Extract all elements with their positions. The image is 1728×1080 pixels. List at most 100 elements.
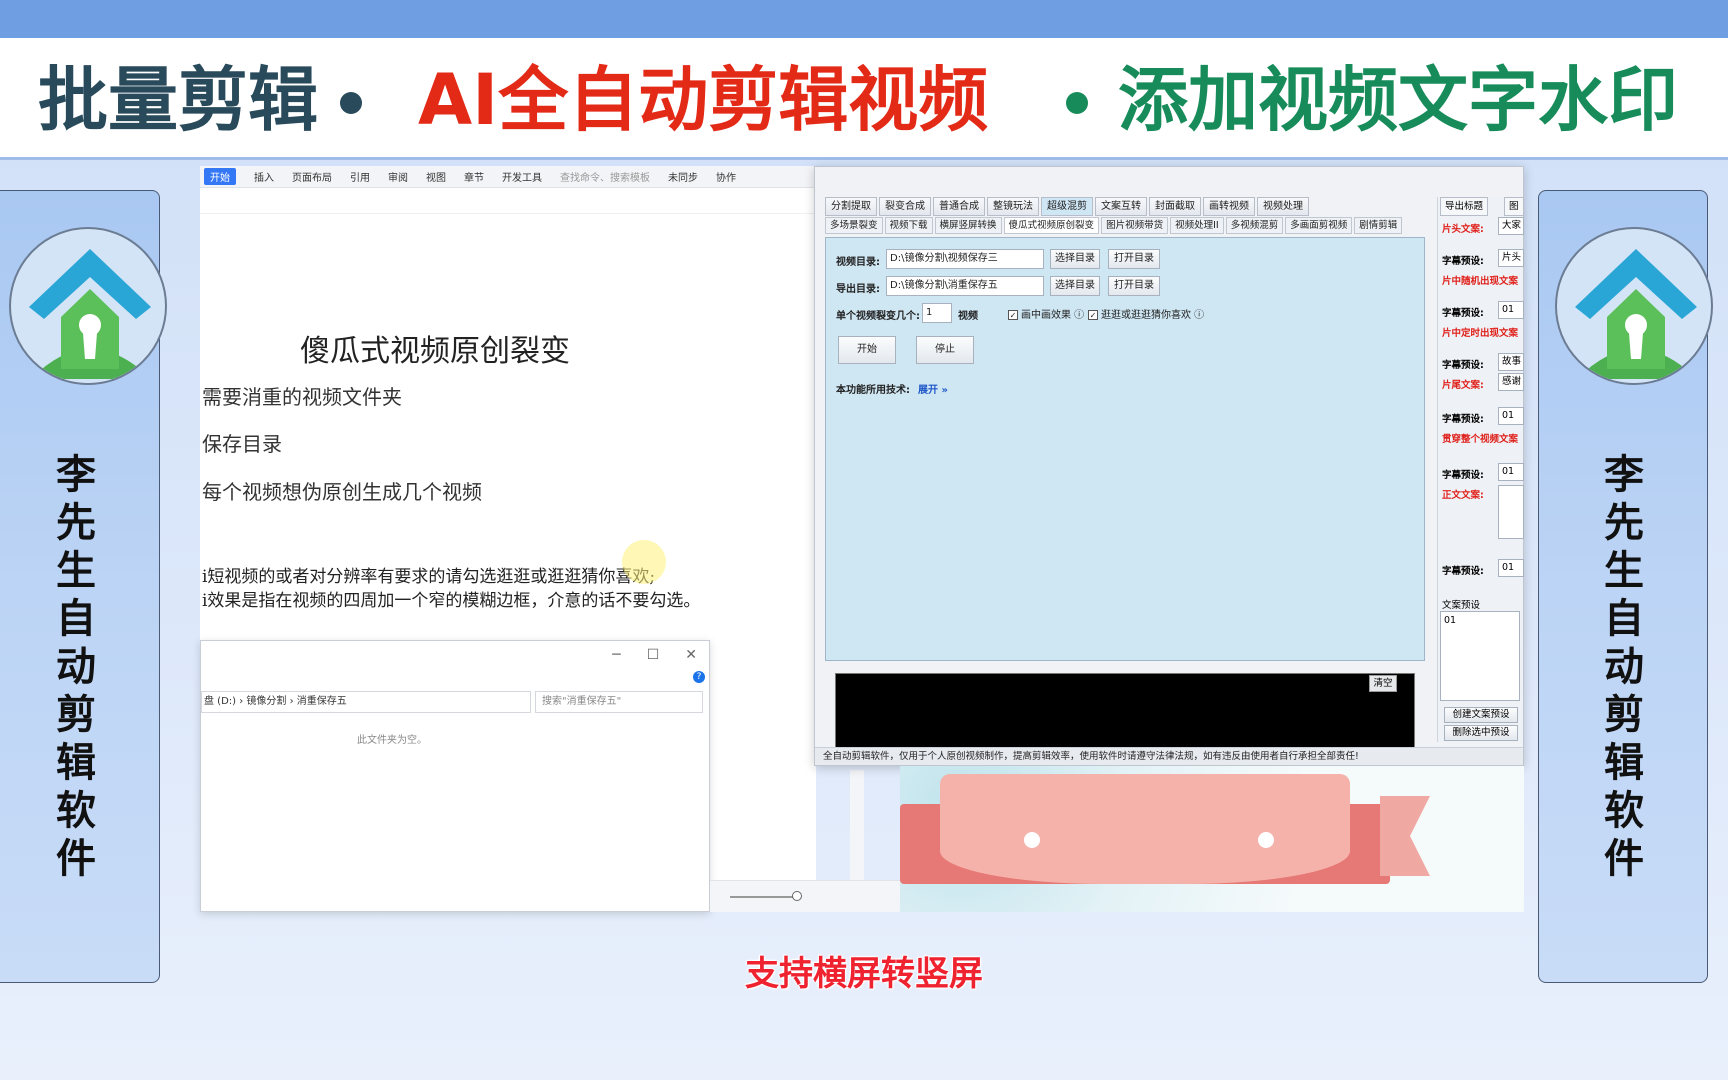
image-tab[interactable]: 图 <box>1504 197 1524 216</box>
tab-text-convert[interactable]: 文案互转 <box>1095 197 1147 216</box>
help-icon[interactable]: ? <box>693 671 705 683</box>
doc-scrollbar[interactable] <box>850 770 864 880</box>
house-logo-icon <box>1555 227 1713 385</box>
banner-left-text: 批量剪辑 <box>38 59 318 141</box>
minimize-icon[interactable]: ─ <box>612 647 620 669</box>
checkbox-icon[interactable]: ✓ <box>1088 310 1098 320</box>
explorer-titlebar: ─ ☐ ✕ <box>201 641 709 675</box>
preset-input-1[interactable]: 片头 <box>1498 249 1524 267</box>
explorer-empty-text: 此文件夹为空。 <box>357 735 427 746</box>
guangguang-checkbox-label: 逛逛或逛逛猜你喜欢 <box>1101 310 1191 321</box>
ribbon-tail-shape <box>1380 796 1430 876</box>
timed-text-label: 片中定时出现文案 <box>1442 328 1519 339</box>
ribbon-tab-review[interactable]: 审阅 <box>388 169 408 184</box>
export-dir-input[interactable]: D:\镜像分割\消重保存五 <box>886 276 1044 296</box>
video-select-dir-button[interactable]: 选择目录 <box>1050 249 1100 269</box>
video-open-dir-button[interactable]: 打开目录 <box>1108 249 1160 269</box>
subtab-plot-edit[interactable]: 剧情剪辑 <box>1354 217 1403 234</box>
explorer-search-input[interactable]: 搜索"消重保存五" <box>535 691 703 713</box>
ribbon-tab-layout[interactable]: 页面布局 <box>292 169 332 184</box>
preset-label-3: 字幕预设: <box>1442 360 1484 371</box>
delete-preset-button[interactable]: 删除选中预设 <box>1444 725 1518 741</box>
left-side-panel: 李先生自动剪辑软件 <box>0 190 167 983</box>
export-title-tab[interactable]: 导出标题 <box>1440 197 1489 216</box>
expand-link[interactable]: 展开 » <box>918 381 948 396</box>
clear-log-button[interactable]: 清空 <box>1369 675 1397 692</box>
preset-label-5: 字幕预设: <box>1442 470 1484 481</box>
preset-list[interactable]: 01 <box>1440 611 1520 701</box>
video-dir-input[interactable]: D:\镜像分割\视频保存三 <box>886 249 1044 269</box>
zoom-slider-track[interactable] <box>730 896 800 898</box>
right-side-panel: 李先生自动剪辑软件 <box>1538 190 1713 983</box>
title-banner: 批量剪辑 AI全自动剪辑视频 添加视频文字水印 <box>0 38 1728 160</box>
start-button[interactable]: 开始 <box>838 336 896 364</box>
video-caption: 支持横屏转竖屏 <box>745 954 983 994</box>
preset-input-6[interactable]: 01 <box>1498 559 1524 577</box>
preset-label-4: 字幕预设: <box>1442 414 1484 425</box>
preset-input-2[interactable]: 01 <box>1498 301 1524 319</box>
tab-mirror-play[interactable]: 整镜玩法 <box>987 197 1039 216</box>
caption-settings-panel: 导出标题 图 片头文案: 大家 字幕预设: 片头 片中随机出现文案 字幕预设: … <box>1437 197 1524 742</box>
guangguang-checkbox[interactable]: ✓ 逛逛或逛逛猜你喜欢 ⓘ <box>1088 306 1204 321</box>
maximize-icon[interactable]: ☐ <box>647 647 660 669</box>
doc-line-2: 保存目录 <box>202 432 282 456</box>
app-disclaimer: 全自动剪辑软件，仅用于个人原创视频制作，提高剪辑效率，使用软件时请遵守法律法规，… <box>815 747 1523 765</box>
close-icon[interactable]: ✕ <box>685 647 697 669</box>
outro-text-input[interactable]: 感谢 <box>1498 373 1524 391</box>
tab-cover-capture[interactable]: 封面截取 <box>1149 197 1201 216</box>
sub-tab-row: 多场景裂变 视频下载 横屏竖屏转换 傻瓜式视频原创裂变 图片视频带货 视频处理I… <box>825 217 1425 234</box>
export-select-dir-button[interactable]: 选择目录 <box>1050 276 1100 296</box>
count-input[interactable]: 1 <box>922 303 952 323</box>
cursor-highlight <box>622 540 666 584</box>
tab-video-process[interactable]: 视频处理 <box>1257 197 1309 216</box>
tab-super-mix[interactable]: 超级混剪 <box>1041 197 1093 216</box>
preset-label-2: 字幕预设: <box>1442 308 1484 319</box>
subtab-image-video-sales[interactable]: 图片视频带货 <box>1101 217 1169 234</box>
tab-split-extract[interactable]: 分割提取 <box>825 197 877 216</box>
intro-text-input[interactable]: 大家 <box>1498 217 1524 235</box>
subtab-landscape-portrait[interactable]: 横屏竖屏转换 <box>934 217 1002 234</box>
doc-status-bar <box>710 880 900 912</box>
doc-line-1: 需要消重的视频文件夹 <box>202 385 402 409</box>
preset-input-5[interactable]: 01 <box>1498 463 1524 481</box>
ribbon-tab-home[interactable]: 开始 <box>204 168 236 185</box>
export-open-dir-button[interactable]: 打开目录 <box>1108 276 1160 296</box>
ribbon-hole-right <box>1258 832 1274 848</box>
subtab-multi-scene[interactable]: 多场景裂变 <box>825 217 883 234</box>
pip-checkbox-label: 画中画效果 <box>1021 310 1071 321</box>
stop-button[interactable]: 停止 <box>916 336 974 364</box>
explorer-address-bar[interactable]: 盘 (D:) › 镜像分割 › 消重保存五 <box>201 691 531 713</box>
ribbon-collab[interactable]: 协作 <box>716 169 736 184</box>
pip-checkbox[interactable]: ✓ 画中画效果 ⓘ <box>1008 306 1084 321</box>
ribbon-tab-dev[interactable]: 开发工具 <box>502 169 542 184</box>
ribbon-search[interactable]: 查找命令、搜索模板 <box>560 169 650 184</box>
body-text-input[interactable] <box>1498 485 1524 539</box>
outro-text-label: 片尾文案: <box>1442 380 1484 391</box>
ribbon-tab-view[interactable]: 视图 <box>426 169 446 184</box>
ribbon-tab-references[interactable]: 引用 <box>350 169 370 184</box>
count-label: 单个视频裂变几个: <box>836 311 920 322</box>
doc-line-3: 每个视频想伪原创生成几个视频 <box>202 480 482 504</box>
subtab-original-fission[interactable]: 傻瓜式视频原创裂变 <box>1003 217 1100 234</box>
create-preset-button[interactable]: 创建文案预设 <box>1444 707 1518 723</box>
doc-line-5: i效果是指在视频的四周加一个窄的模糊边框，介意的话不要勾选。 <box>202 591 701 611</box>
top-strip <box>0 0 1728 38</box>
tab-normal-merge[interactable]: 普通合成 <box>933 197 985 216</box>
subtab-multi-frame[interactable]: 多画面剪视频 <box>1285 217 1353 234</box>
subtab-video-download[interactable]: 视频下载 <box>884 217 933 234</box>
checkbox-icon[interactable]: ✓ <box>1008 310 1018 320</box>
tab-fission-merge[interactable]: 裂变合成 <box>879 197 931 216</box>
app-main-area: 分割提取 裂变合成 普通合成 整镜玩法 超级混剪 文案互转 封面截取 画转视频 … <box>825 197 1425 765</box>
tab-image-to-video[interactable]: 画转视频 <box>1203 197 1255 216</box>
subtab-multi-video-mix[interactable]: 多视频混剪 <box>1225 217 1284 234</box>
preset-label-6: 字幕预设: <box>1442 566 1484 577</box>
ribbon-sync[interactable]: 未同步 <box>668 169 698 184</box>
subtab-video-process-2[interactable]: 视频处理II <box>1170 217 1224 234</box>
ribbon-tab-insert[interactable]: 插入 <box>254 169 274 184</box>
banner-center-text: AI全自动剪辑视频 <box>418 59 989 141</box>
preset-input-4[interactable]: 01 <box>1498 407 1524 425</box>
zoom-slider-handle[interactable] <box>792 891 802 901</box>
preset-input-3[interactable]: 故事 <box>1498 353 1524 371</box>
preset-label-1: 字幕预设: <box>1442 256 1484 267</box>
ribbon-tab-section[interactable]: 章节 <box>464 169 484 184</box>
